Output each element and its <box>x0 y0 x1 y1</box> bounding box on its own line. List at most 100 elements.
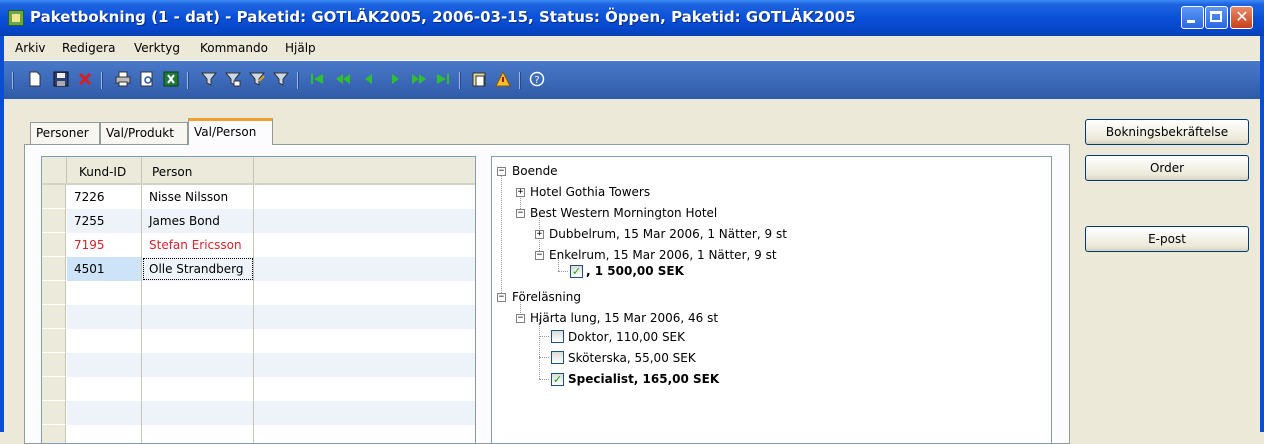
cell-person[interactable]: James Bond <box>142 209 254 233</box>
tree-node-boende[interactable]: Boende <box>512 161 558 181</box>
alert-icon[interactable] <box>494 70 512 89</box>
row-selector[interactable] <box>42 305 66 329</box>
empty-cell[interactable] <box>67 425 142 443</box>
empty-cell[interactable] <box>67 401 142 425</box>
first-record-icon[interactable] <box>308 71 326 89</box>
cell-kund-id[interactable]: 7195 <box>67 233 142 257</box>
table-row-selected[interactable]: 4501 Olle Strandberg <box>42 257 475 281</box>
checkbox-specialist[interactable]: ✓ <box>551 373 564 386</box>
filter-edit-icon[interactable] <box>248 71 266 89</box>
tab-val-person[interactable]: Val/Person <box>188 118 273 145</box>
empty-row[interactable] <box>42 281 475 305</box>
email-button[interactable]: E-post <box>1085 226 1249 252</box>
row-selector[interactable] <box>42 329 66 353</box>
empty-row[interactable] <box>42 401 475 425</box>
booking-confirmation-button[interactable]: Bokningsbekräftelse <box>1085 119 1249 145</box>
column-header-person[interactable]: Person <box>142 157 254 183</box>
table-row[interactable]: 7226 Nisse Nilsson <box>42 185 475 209</box>
paste-icon[interactable] <box>470 71 488 89</box>
menu-arkiv[interactable]: Arkiv <box>15 41 46 55</box>
cell-person[interactable]: Stefan Ericsson <box>142 233 254 257</box>
empty-row[interactable] <box>42 329 475 353</box>
empty-cell[interactable] <box>142 425 254 443</box>
tree-node-hjarta-lung[interactable]: Hjärta lung, 15 Mar 2006, 46 st <box>530 308 718 328</box>
table-row[interactable]: 7255 James Bond <box>42 209 475 233</box>
cell-person[interactable]: Olle Strandberg <box>142 257 254 281</box>
cell-kund-id[interactable]: 7255 <box>67 209 142 233</box>
empty-cell[interactable] <box>142 305 254 329</box>
empty-cell[interactable] <box>67 377 142 401</box>
empty-row[interactable] <box>42 305 475 329</box>
collapse-icon[interactable]: − <box>497 293 506 302</box>
collapse-icon[interactable]: − <box>497 167 506 176</box>
save-icon[interactable] <box>52 71 70 89</box>
empty-cell[interactable] <box>142 281 254 305</box>
title-bar[interactable]: Paketbokning (1 - dat) - Paketid: GOTLÄK… <box>0 0 1264 36</box>
close-button[interactable]: ✕ <box>1230 6 1253 29</box>
checkbox-skoterska[interactable] <box>551 351 564 364</box>
empty-cell[interactable] <box>67 329 142 353</box>
next-record-icon[interactable] <box>386 71 404 89</box>
table-row[interactable]: 7195 Stefan Ericsson <box>42 233 475 257</box>
empty-cell[interactable] <box>142 353 254 377</box>
delete-icon[interactable] <box>76 71 94 89</box>
menu-hjalp[interactable]: Hjälp <box>285 41 316 55</box>
expand-icon[interactable]: + <box>516 188 525 197</box>
previous-record-icon[interactable] <box>360 71 378 89</box>
collapse-icon[interactable]: − <box>535 251 544 260</box>
app-icon[interactable] <box>8 10 24 26</box>
print-preview-icon[interactable] <box>138 71 156 89</box>
help-icon[interactable]: ? <box>528 71 546 89</box>
empty-row[interactable] <box>42 425 475 443</box>
tab-val-produkt[interactable]: Val/Produkt <box>100 122 188 144</box>
empty-row[interactable] <box>42 377 475 401</box>
cell-kund-id[interactable]: 4501 <box>67 257 142 281</box>
last-record-icon[interactable] <box>434 71 452 89</box>
minimize-button[interactable] <box>1181 6 1204 29</box>
tab-personer[interactable]: Personer <box>30 122 100 144</box>
filter-field-icon[interactable] <box>224 71 242 89</box>
column-header-kund-id[interactable]: Kund-ID <box>67 157 142 183</box>
row-selector[interactable] <box>42 185 66 209</box>
cell-person[interactable]: Nisse Nilsson <box>142 185 254 209</box>
checkbox-doktor[interactable] <box>551 330 564 343</box>
row-selector[interactable] <box>42 257 66 281</box>
menu-kommando[interactable]: Kommando <box>200 41 268 55</box>
collapse-icon[interactable]: − <box>516 314 525 323</box>
expand-icon[interactable]: + <box>535 230 544 239</box>
tree-node-hotel-gothia[interactable]: Hotel Gothia Towers <box>530 182 650 202</box>
empty-cell[interactable] <box>142 377 254 401</box>
menu-redigera[interactable]: Redigera <box>62 41 115 55</box>
filter-remove-icon[interactable] <box>272 71 290 89</box>
new-icon[interactable] <box>26 71 44 89</box>
row-selector[interactable] <box>42 281 66 305</box>
empty-cell[interactable] <box>67 305 142 329</box>
row-selector[interactable] <box>42 401 66 425</box>
menu-verktyg[interactable]: Verktyg <box>134 41 180 55</box>
tree-node-dubbelrum[interactable]: Dubbelrum, 15 Mar 2006, 1 Nätter, 9 st <box>549 224 787 244</box>
row-selector[interactable] <box>42 353 66 377</box>
empty-row[interactable] <box>42 353 475 377</box>
filter-icon[interactable] <box>200 71 218 89</box>
collapse-icon[interactable]: − <box>516 209 525 218</box>
tree-node-doktor[interactable]: Doktor, 110,00 SEK <box>568 327 685 347</box>
order-button[interactable]: Order <box>1085 155 1249 181</box>
row-selector[interactable] <box>42 233 66 257</box>
cell-kund-id[interactable]: 7226 <box>67 185 142 209</box>
row-selector[interactable] <box>42 377 66 401</box>
empty-cell[interactable] <box>67 281 142 305</box>
tree-node-specialist[interactable]: Specialist, 165,00 SEK <box>568 369 719 389</box>
previous-page-icon[interactable] <box>334 71 352 89</box>
excel-icon[interactable] <box>162 71 180 89</box>
empty-cell[interactable] <box>142 401 254 425</box>
tree-node-best-western[interactable]: Best Western Mornington Hotel <box>530 203 717 223</box>
print-icon[interactable] <box>114 71 132 89</box>
row-selector[interactable] <box>42 425 66 443</box>
tree-node-enkelrum-price[interactable]: , 1 500,00 SEK <box>586 261 684 281</box>
tree-node-skoterska[interactable]: Sköterska, 55,00 SEK <box>568 348 696 368</box>
row-selector[interactable] <box>42 209 66 233</box>
empty-cell[interactable] <box>142 329 254 353</box>
tree-node-forelasning[interactable]: Föreläsning <box>512 287 581 307</box>
empty-cell[interactable] <box>67 353 142 377</box>
next-page-icon[interactable] <box>410 71 428 89</box>
